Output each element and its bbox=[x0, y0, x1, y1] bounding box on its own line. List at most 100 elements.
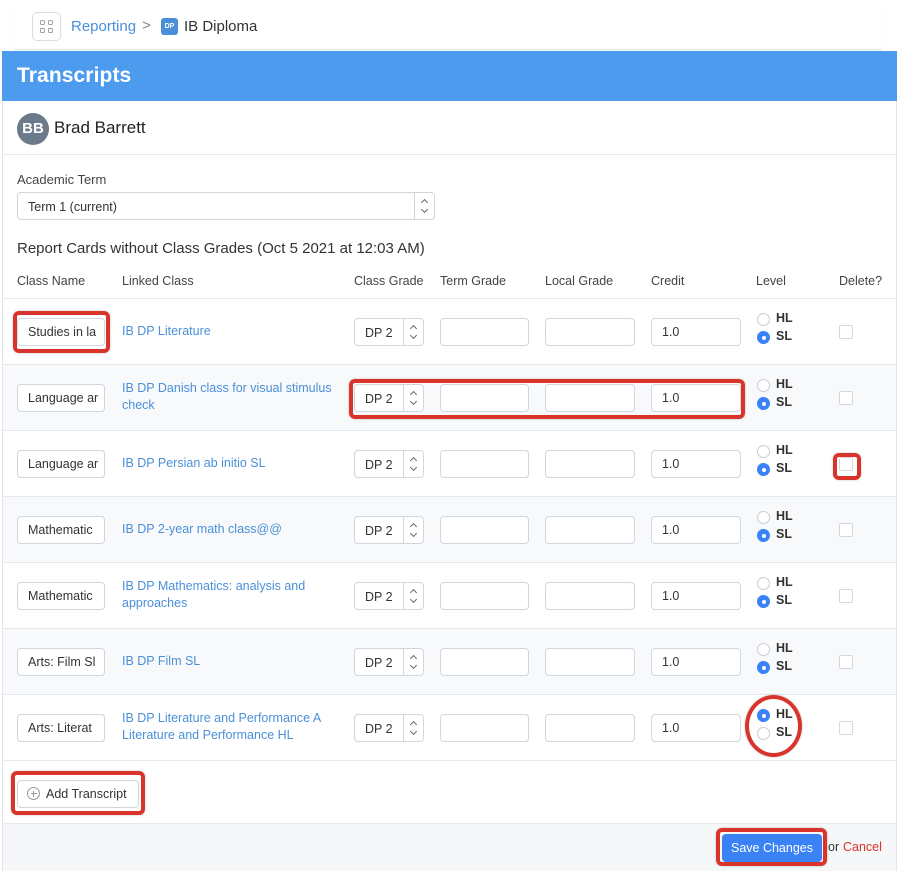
class-grade-value: DP 2 bbox=[365, 326, 393, 340]
select-stepper-icon bbox=[403, 319, 423, 345]
class-grade-value: DP 2 bbox=[365, 392, 393, 406]
col-term-grade: Term Grade bbox=[440, 274, 506, 288]
credit-input[interactable]: 1.0 bbox=[651, 582, 741, 610]
term-grade-input[interactable] bbox=[440, 516, 529, 544]
level-sl-radio[interactable] bbox=[757, 397, 770, 410]
level-sl-label: SL bbox=[776, 659, 792, 673]
table-row: Arts: Film Sl IB DP Film SL DP 2 1.0 HL SL bbox=[3, 628, 896, 694]
select-stepper-icon bbox=[403, 385, 423, 411]
col-local-grade: Local Grade bbox=[545, 274, 614, 288]
level-hl-label: HL bbox=[776, 443, 793, 457]
class-name-input[interactable]: Language ar bbox=[17, 450, 105, 478]
linked-class-line1: IB DP Danish class for visual stimulus bbox=[122, 381, 332, 395]
class-name-input[interactable]: Studies in la bbox=[17, 318, 105, 346]
plus-circle-icon bbox=[27, 787, 40, 800]
apps-grid-icon[interactable] bbox=[32, 12, 61, 41]
level-sl-label: SL bbox=[776, 593, 792, 607]
class-grade-select[interactable]: DP 2 bbox=[354, 318, 424, 346]
delete-checkbox[interactable] bbox=[839, 589, 853, 603]
level-sl-radio[interactable] bbox=[757, 595, 770, 608]
credit-input[interactable]: 1.0 bbox=[651, 384, 741, 412]
local-grade-input[interactable] bbox=[545, 384, 635, 412]
linked-class-link[interactable]: IB DP Literature bbox=[122, 323, 211, 340]
credit-input[interactable]: 1.0 bbox=[651, 648, 741, 676]
linked-class-link[interactable]: IB DP Mathematics: analysis and approache… bbox=[122, 578, 305, 612]
class-grade-select[interactable]: DP 2 bbox=[354, 582, 424, 610]
credit-input[interactable]: 1.0 bbox=[651, 516, 741, 544]
divider bbox=[3, 154, 896, 155]
level-sl-radio[interactable] bbox=[757, 529, 770, 542]
delete-checkbox[interactable] bbox=[839, 721, 853, 735]
level-sl-radio[interactable] bbox=[757, 331, 770, 344]
level-sl-radio[interactable] bbox=[757, 463, 770, 476]
level-sl-radio[interactable] bbox=[757, 661, 770, 674]
class-name-input[interactable]: Mathematic bbox=[17, 516, 105, 544]
class-grade-value: DP 2 bbox=[365, 524, 393, 538]
breadcrumb-reporting-link[interactable]: Reporting bbox=[71, 18, 136, 35]
class-grade-select[interactable]: DP 2 bbox=[354, 714, 424, 742]
local-grade-input[interactable] bbox=[545, 516, 635, 544]
local-grade-input[interactable] bbox=[545, 318, 635, 346]
local-grade-input[interactable] bbox=[545, 714, 635, 742]
delete-checkbox[interactable] bbox=[839, 457, 853, 471]
delete-checkbox[interactable] bbox=[839, 391, 853, 405]
term-grade-input[interactable] bbox=[440, 318, 529, 346]
term-grade-input[interactable] bbox=[440, 582, 529, 610]
level-hl-radio[interactable] bbox=[757, 313, 770, 326]
level-sl-label: SL bbox=[776, 395, 792, 409]
local-grade-input[interactable] bbox=[545, 450, 635, 478]
class-grade-select[interactable]: DP 2 bbox=[354, 384, 424, 412]
level-hl-radio[interactable] bbox=[757, 709, 770, 722]
term-grade-input[interactable] bbox=[440, 714, 529, 742]
level-hl-radio[interactable] bbox=[757, 379, 770, 392]
select-stepper-icon bbox=[403, 517, 423, 543]
class-name-input[interactable]: Arts: Literat bbox=[17, 714, 105, 742]
class-name-input[interactable]: Arts: Film Sl bbox=[17, 648, 105, 676]
delete-checkbox[interactable] bbox=[839, 523, 853, 537]
cancel-link[interactable]: Cancel bbox=[843, 840, 882, 854]
linked-class-link[interactable]: IB DP 2-year math class@@ bbox=[122, 521, 282, 538]
delete-checkbox[interactable] bbox=[839, 655, 853, 669]
linked-class-link[interactable]: IB DP Persian ab initio SL bbox=[122, 455, 266, 472]
class-grade-select[interactable]: DP 2 bbox=[354, 648, 424, 676]
save-changes-button[interactable]: Save Changes bbox=[722, 834, 822, 862]
col-credit: Credit bbox=[651, 274, 685, 288]
academic-term-select[interactable]: Term 1 (current) bbox=[17, 192, 435, 220]
col-class-grade: Class Grade bbox=[354, 274, 424, 288]
linked-class-line1: IB DP Literature and Performance A bbox=[122, 711, 322, 725]
local-grade-input[interactable] bbox=[545, 582, 635, 610]
credit-input[interactable]: 1.0 bbox=[651, 318, 741, 346]
credit-input[interactable]: 1.0 bbox=[651, 714, 741, 742]
col-linked-class: Linked Class bbox=[122, 274, 194, 288]
linked-class-line2: check bbox=[122, 398, 155, 412]
add-transcript-button[interactable]: Add Transcript bbox=[17, 780, 139, 808]
class-grade-select[interactable]: DP 2 bbox=[354, 450, 424, 478]
level-hl-label: HL bbox=[776, 509, 793, 523]
credit-input[interactable]: 1.0 bbox=[651, 450, 741, 478]
breadcrumb-current: IB Diploma bbox=[184, 18, 258, 35]
class-grade-value: DP 2 bbox=[365, 590, 393, 604]
linked-class-link[interactable]: IB DP Danish class for visual stimulus ch… bbox=[122, 380, 332, 414]
delete-checkbox[interactable] bbox=[839, 325, 853, 339]
select-stepper-icon bbox=[403, 451, 423, 477]
term-grade-input[interactable] bbox=[440, 450, 529, 478]
select-stepper-icon bbox=[414, 193, 434, 219]
class-grade-value: DP 2 bbox=[365, 458, 393, 472]
linked-class-line2: approaches bbox=[122, 596, 188, 610]
level-hl-radio[interactable] bbox=[757, 445, 770, 458]
level-hl-radio[interactable] bbox=[757, 577, 770, 590]
term-grade-input[interactable] bbox=[440, 648, 529, 676]
class-grade-select[interactable]: DP 2 bbox=[354, 516, 424, 544]
linked-class-link[interactable]: IB DP Literature and Performance A Litera… bbox=[122, 710, 321, 744]
linked-class-link[interactable]: IB DP Film SL bbox=[122, 653, 200, 670]
class-name-input[interactable]: Mathematic bbox=[17, 582, 105, 610]
level-sl-radio[interactable] bbox=[757, 727, 770, 740]
local-grade-input[interactable] bbox=[545, 648, 635, 676]
table-row: Language ar IB DP Danish class for visual… bbox=[3, 364, 896, 430]
term-grade-input[interactable] bbox=[440, 384, 529, 412]
level-hl-radio[interactable] bbox=[757, 643, 770, 656]
class-name-input[interactable]: Language ar bbox=[17, 384, 105, 412]
table-row: Mathematic IB DP Mathematics: analysis an… bbox=[3, 562, 896, 628]
level-hl-radio[interactable] bbox=[757, 511, 770, 524]
class-grade-value: DP 2 bbox=[365, 722, 393, 736]
